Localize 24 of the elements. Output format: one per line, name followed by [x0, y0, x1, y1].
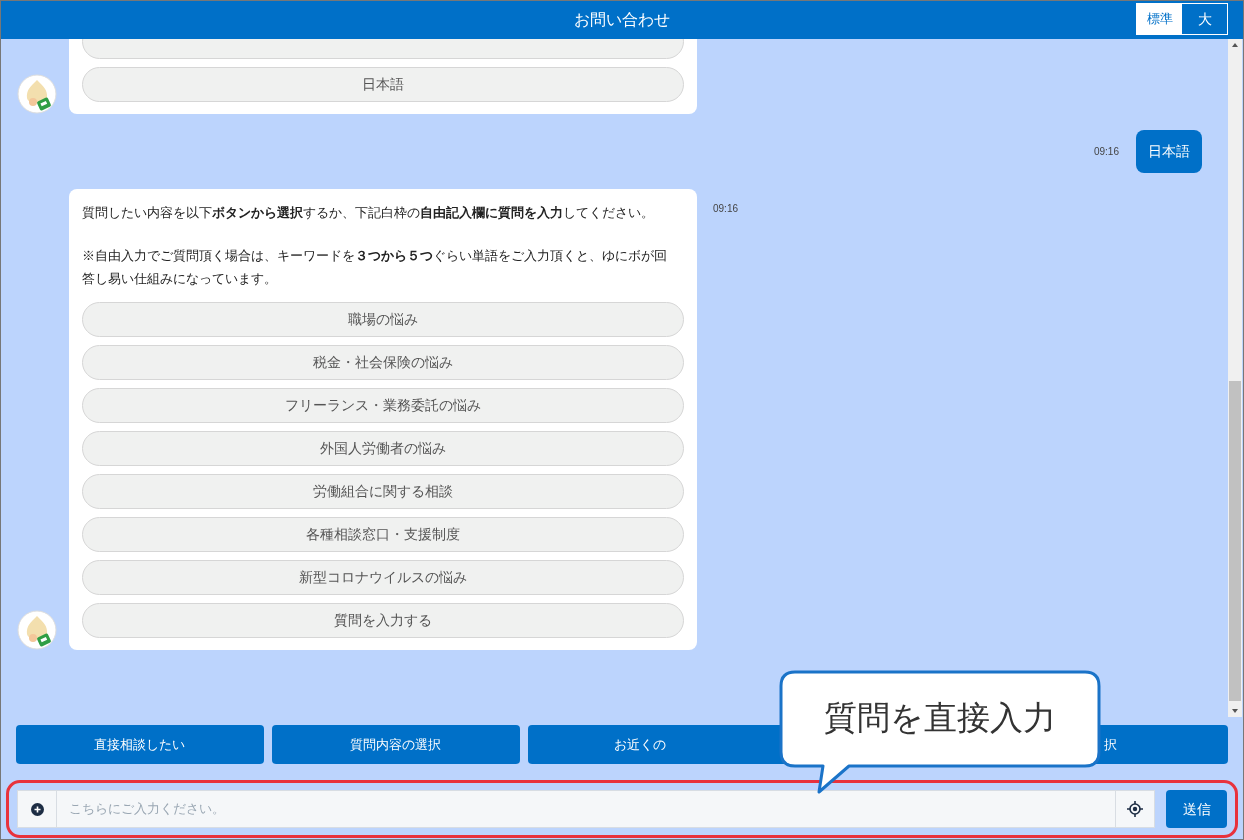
option-button[interactable]: 日本語 — [82, 67, 684, 102]
option-button[interactable]: 労働組合に関する相談 — [82, 474, 684, 509]
option-button[interactable]: 各種相談窓口・支援制度 — [82, 517, 684, 552]
quick-reply-button[interactable]: 直接相談したい — [16, 725, 264, 764]
font-size-toggle[interactable]: 標準 — [1137, 4, 1182, 34]
scrollbar[interactable] — [1228, 39, 1242, 717]
message-text: 質問したい内容を以下ボタンから選択するか、下記白枠の自由記入欄に質問を入力してください。 — [82, 204, 655, 222]
option-button[interactable]: 質問を入力する — [82, 603, 684, 638]
message-time: 09:16 — [1093, 145, 1119, 159]
plus-icon — [30, 802, 44, 816]
message-text: ※自由入力でご質問頂く場合は、キーワードを３つから５つぐらい単語をご入力頂くと、ゆにボが回答し易い仕組みになっています。 — [82, 247, 668, 288]
send-button[interactable]: 送信 — [1166, 790, 1227, 828]
option-button[interactable]: 税金・社会保険の悩み — [82, 345, 684, 380]
option-button[interactable]: 新型コロナウイルスの悩み — [82, 560, 684, 595]
location-icon — [1127, 801, 1143, 817]
option-button[interactable]: 外国人労働者の悩み — [82, 431, 684, 466]
option-button[interactable]: フリーランス・業務委託の悩み — [82, 388, 684, 423]
header-title: お問い合わせ — [574, 10, 670, 30]
avatar-icon — [17, 74, 57, 114]
option-button[interactable]: 職場の悩み — [82, 302, 684, 337]
message-time: 09:16 — [713, 202, 739, 216]
avatar-icon — [17, 610, 57, 650]
quick-reply-button[interactable]: 質問内容の選択 — [271, 725, 520, 764]
user-message-bubble: 日本語 — [1136, 130, 1202, 173]
